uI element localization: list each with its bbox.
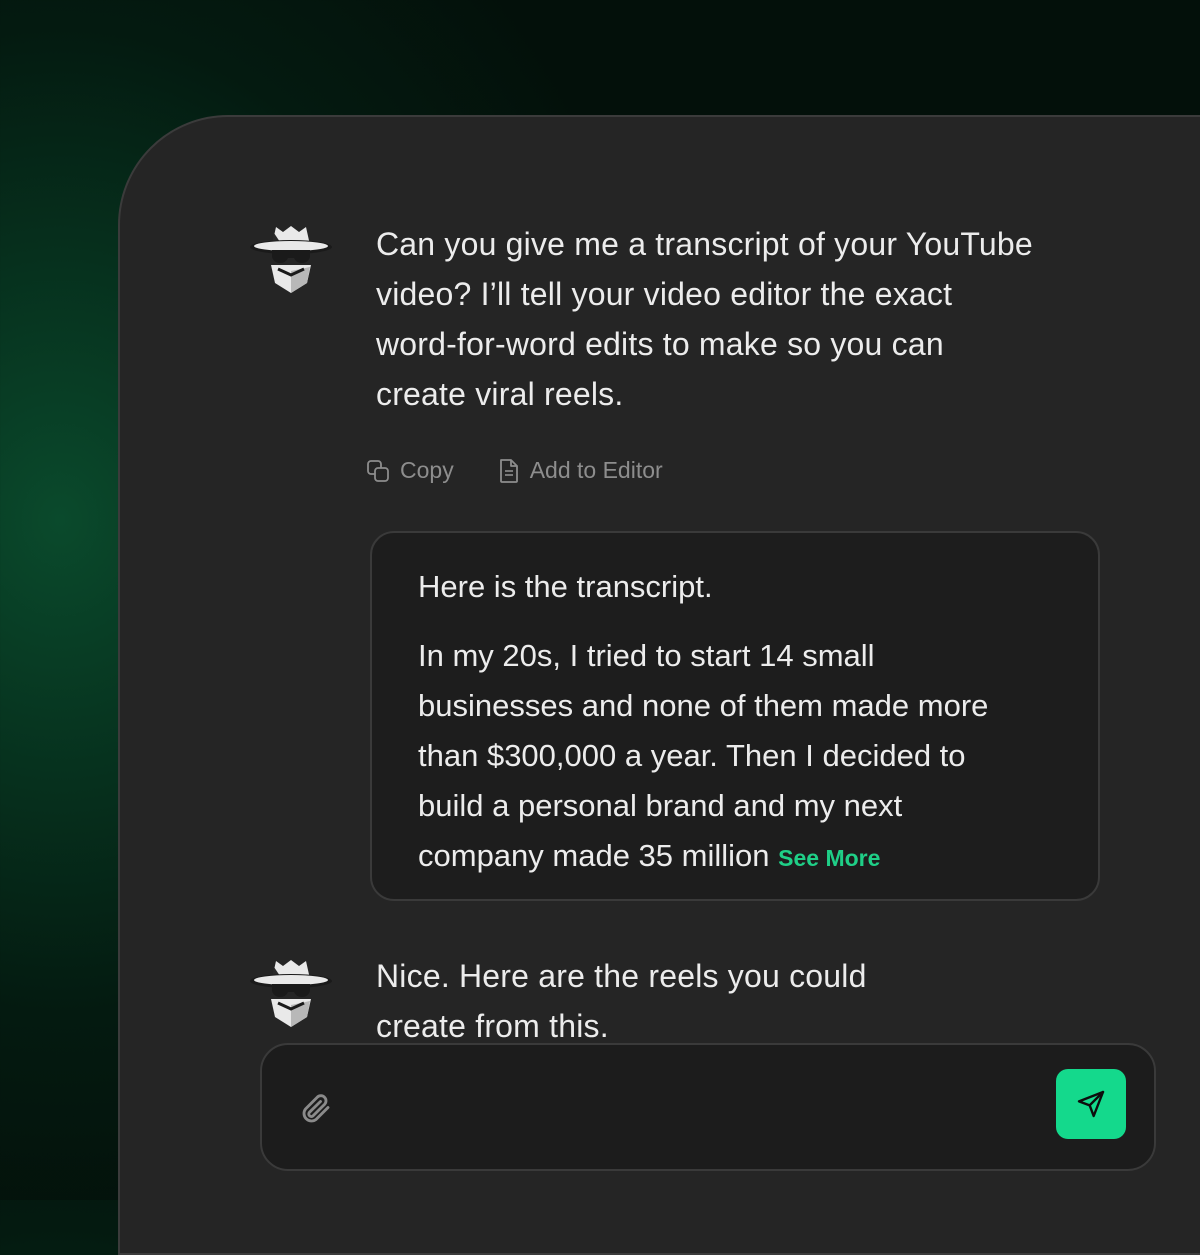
transcript-line: than $300,000 a year. Then I decided to [418,738,966,773]
spy-agent-icon [250,960,332,1027]
message-line: Nice. Here are the reels you could [376,958,867,994]
paperclip-icon[interactable] [298,1091,334,1127]
message-line: word-for-word edits to make so you can [376,326,944,362]
transcript-last-line: company made 35 million See More [418,831,1078,883]
copy-button[interactable]: Copy [366,457,454,484]
add-to-editor-label: Add to Editor [529,457,663,483]
message-line: video? I’ll tell your video editor the e… [376,276,953,312]
message-actions: Copy Add to Editor [366,457,663,484]
add-to-editor-button[interactable]: Add to Editor [498,457,663,484]
spy-agent-icon [250,226,332,293]
message-line: create viral reels. [376,376,624,412]
copy-icon [367,459,389,482]
transcript-line: businesses and none of them made more [418,688,989,723]
transcript-line: build a personal brand and my next [418,788,903,823]
copy-label: Copy [400,457,454,483]
assistant-message-2: Nice. Here are the reels you could creat… [376,951,867,1051]
transcript-intro: Here is the transcript. [418,569,713,604]
message-line: Can you give me a transcript of your You… [376,226,1033,262]
chat-panel: Can you give me a transcript of your You… [118,115,1200,1255]
transcript-body: In my 20s, I tried to start 14 small bus… [418,631,1078,883]
document-icon [499,458,518,483]
see-more-link[interactable]: See More [778,845,880,871]
transcript-line: In my 20s, I tried to start 14 small [418,638,875,673]
transcript-card: Here is the transcript. In my 20s, I tri… [370,531,1100,901]
send-button[interactable] [1056,1069,1126,1139]
message-composer[interactable] [260,1043,1156,1171]
assistant-message-1: Can you give me a transcript of your You… [376,219,1033,419]
transcript-line: company made 35 million [418,838,770,873]
send-icon [1077,1090,1105,1118]
